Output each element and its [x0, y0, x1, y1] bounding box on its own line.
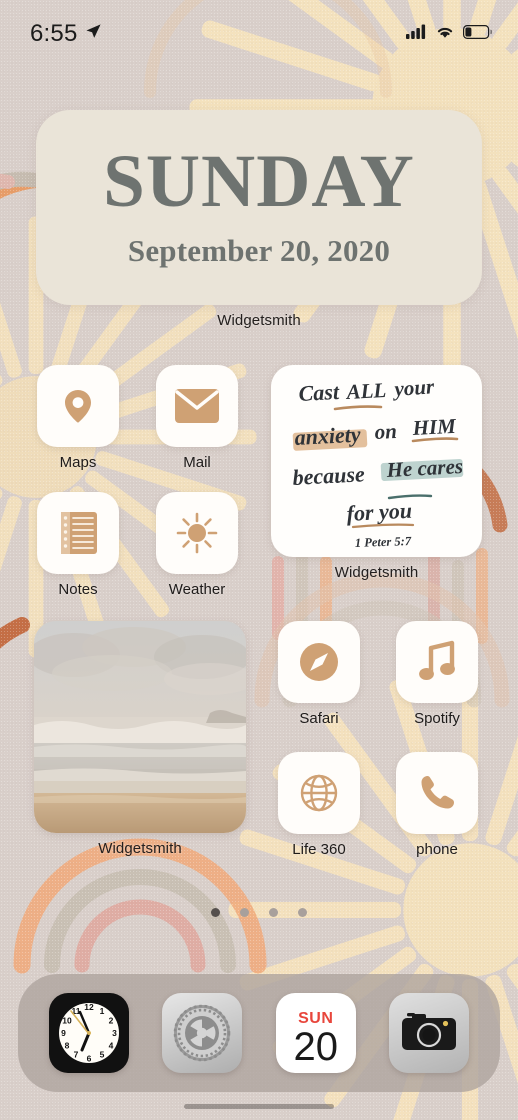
app-tile-safari[interactable] [278, 621, 360, 703]
cellular-signal-icon [406, 24, 427, 44]
app-tile-maps[interactable] [37, 365, 119, 447]
map-pin-icon [65, 390, 91, 423]
status-bar-left: 6:55 [30, 20, 102, 48]
svg-text:2: 2 [108, 1016, 113, 1026]
photo-widget-container: Widgetsmith [34, 621, 246, 857]
svg-text:3: 3 [112, 1028, 117, 1038]
page-dot-2[interactable] [240, 908, 249, 917]
app-tile-notes[interactable] [37, 492, 119, 574]
verse-widget[interactable]: Cast ALL your anxiety on HIM because He … [271, 365, 482, 557]
svg-text:1: 1 [99, 1006, 104, 1016]
calendar-day: 20 [293, 1024, 339, 1069]
photo-widget[interactable] [34, 621, 246, 833]
verse-widget-label: Widgetsmith [334, 564, 419, 581]
svg-text:5: 5 [99, 1050, 104, 1060]
app-label-weather: Weather [168, 581, 226, 598]
app-spotify[interactable]: Spotify [396, 621, 478, 727]
svg-text:your: your [391, 374, 436, 401]
wifi-icon [435, 24, 455, 44]
svg-text:Cast: Cast [298, 379, 340, 406]
gear-icon [173, 1004, 231, 1062]
date-widget-label: Widgetsmith [217, 312, 301, 329]
photo-widget-label: Widgetsmith [98, 840, 182, 857]
location-arrow-icon [85, 23, 102, 45]
app-label-notes: Notes [58, 581, 98, 598]
app-tile-spotify[interactable] [396, 621, 478, 703]
app-label-spotify: Spotify [414, 710, 460, 727]
app-phone[interactable]: phone [396, 752, 478, 858]
phone-handset-icon [421, 776, 454, 809]
verse-widget-container: Cast ALL your anxiety on HIM because He … [271, 365, 482, 581]
page-dot-3[interactable] [269, 908, 278, 917]
battery-low-icon [463, 24, 493, 44]
svg-text:10: 10 [62, 1016, 72, 1026]
home-indicator[interactable] [184, 1104, 334, 1109]
svg-text:4: 4 [108, 1041, 113, 1051]
svg-text:on: on [374, 419, 397, 444]
dock-app-clock[interactable]: 12 1 2 345 678 9 10 11 [48, 993, 129, 1073]
svg-text:ALL: ALL [344, 378, 387, 404]
app-label-life360: Life 360 [292, 841, 346, 858]
app-maps[interactable]: Maps [37, 365, 119, 471]
beach-photo [34, 621, 246, 833]
svg-text:He cares: He cares [385, 454, 464, 482]
status-bar-right [406, 24, 493, 44]
app-tile-mail[interactable] [156, 365, 238, 447]
app-label-safari: Safari [299, 710, 339, 727]
date-widget-weekday: SUNDAY [103, 140, 415, 224]
status-bar: 6:55 [0, 0, 518, 54]
page-dots[interactable] [0, 908, 518, 917]
page-dot-4[interactable] [298, 908, 307, 917]
svg-text:anxiety: anxiety [294, 422, 361, 450]
svg-text:9: 9 [61, 1028, 66, 1038]
svg-text:HIM: HIM [411, 414, 458, 440]
app-label-mail: Mail [183, 454, 211, 471]
svg-text:6: 6 [86, 1054, 91, 1064]
status-time: 6:55 [30, 20, 78, 47]
compass-icon [300, 643, 338, 681]
app-tile-weather[interactable] [156, 492, 238, 574]
svg-text:because: because [292, 461, 366, 490]
analog-clock-icon: 12 12 345 678 91011 [58, 1002, 119, 1064]
app-mail[interactable]: Mail [156, 365, 238, 471]
page-dot-1[interactable] [211, 908, 220, 917]
dock: 12 1 2 345 678 9 10 11 SUN 20 [18, 974, 500, 1092]
date-widget-full-date: September 20, 2020 [127, 232, 391, 268]
home-screen: SUNDAY September 20, 2020 Widgetsmith Ma… [0, 0, 518, 1120]
app-safari[interactable]: Safari [278, 621, 360, 727]
svg-text:12: 12 [84, 1002, 94, 1012]
sun-icon [176, 512, 218, 554]
dock-app-settings[interactable] [162, 993, 243, 1073]
svg-text:1 Peter 5:7: 1 Peter 5:7 [355, 534, 412, 550]
svg-text:8: 8 [64, 1041, 69, 1051]
app-tile-life360[interactable] [278, 752, 360, 834]
globe-icon [300, 774, 338, 812]
app-notes[interactable]: Notes [37, 492, 119, 598]
app-life360[interactable]: Life 360 [278, 752, 360, 858]
app-label-phone: phone [416, 841, 458, 858]
date-widget[interactable]: SUNDAY September 20, 2020 [36, 110, 482, 305]
camera-icon [402, 1013, 457, 1050]
envelope-icon [175, 389, 219, 423]
date-widget-container: SUNDAY September 20, 2020 Widgetsmith [36, 110, 482, 329]
dock-app-camera[interactable] [389, 993, 470, 1073]
svg-text:for you: for you [346, 498, 413, 526]
notepad-icon [61, 512, 97, 554]
music-note-icon [419, 640, 455, 680]
dock-app-calendar[interactable]: SUN 20 [275, 993, 356, 1073]
app-weather[interactable]: Weather [156, 492, 238, 598]
app-label-maps: Maps [59, 454, 97, 471]
svg-text:7: 7 [73, 1050, 78, 1060]
verse-artwork: Cast ALL your anxiety on HIM because He … [292, 374, 464, 550]
app-tile-phone[interactable] [396, 752, 478, 834]
